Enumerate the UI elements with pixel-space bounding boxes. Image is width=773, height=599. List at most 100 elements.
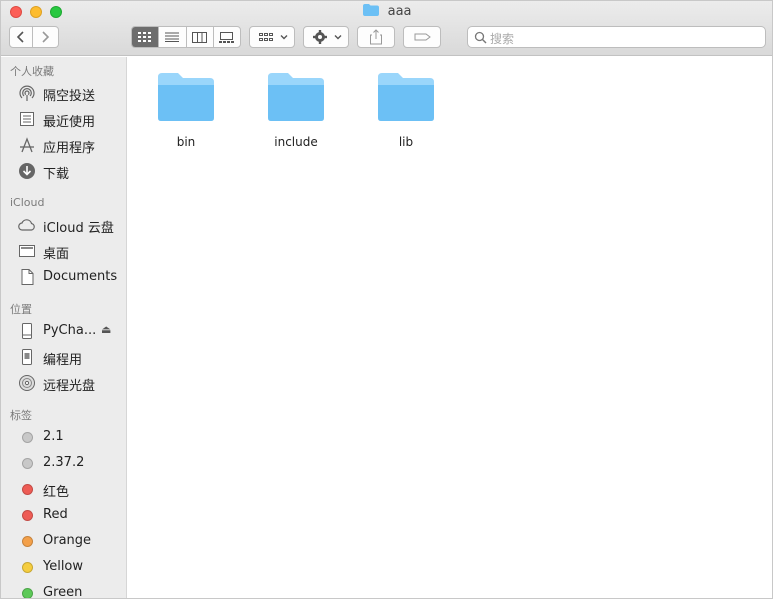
back-button[interactable]: [9, 26, 33, 48]
list-view-button[interactable]: [159, 27, 187, 47]
column-view-button[interactable]: [187, 27, 214, 47]
sidebar-item-documents[interactable]: Documents: [1, 265, 126, 289]
tag-dot: [21, 431, 33, 443]
sidebar-tag[interactable]: 2.37.2: [1, 451, 126, 475]
folder-icon: [378, 73, 434, 121]
view-switcher: [131, 26, 241, 48]
document-icon: [18, 268, 36, 286]
tag-dot: [21, 457, 33, 469]
tag-icon: [414, 33, 431, 41]
sidebar-item-label: 桌面: [43, 247, 70, 262]
sidebar-item-label: 下载: [43, 167, 70, 182]
share-icon: [370, 29, 382, 45]
sidebar-tag[interactable]: 红色: [1, 477, 126, 501]
sidebar-item-remote-disc[interactable]: 远程光盘: [1, 371, 126, 395]
sidebar-item-label: 隔空投送: [43, 89, 96, 104]
window-title: aaa: [1, 4, 772, 19]
sidebar-item-label: 远程光盘: [43, 379, 96, 394]
columns-icon: [192, 31, 208, 43]
cloud-icon: [18, 216, 36, 234]
drive-icon: [18, 322, 36, 340]
group-by-button[interactable]: [249, 26, 295, 48]
folder-item-include[interactable]: include: [251, 71, 341, 161]
list-icon: [165, 32, 180, 42]
search-placeholder: 搜索: [490, 32, 515, 46]
sidebar-item-applications[interactable]: 应用程序: [1, 133, 126, 157]
tag-dot-icon: [18, 506, 36, 524]
downloads-icon: [18, 162, 36, 180]
sidebar-section-favorites: 个人收藏: [10, 65, 54, 78]
folder-item-lib[interactable]: lib: [361, 71, 451, 161]
tag-dot-icon: [18, 558, 36, 576]
tag-dot-icon: [18, 480, 36, 498]
sidebar-section-tags: 标签: [10, 409, 32, 422]
sidebar-item-recents[interactable]: 最近使用: [1, 107, 126, 131]
sidebar-item-label: Documents: [43, 269, 118, 284]
gallery-icon: [219, 31, 235, 43]
tag-dot: [21, 587, 33, 598]
forward-button[interactable]: [33, 26, 59, 48]
sidebar-tag[interactable]: Red: [1, 503, 126, 527]
sidebar-item-label: iCloud 云盘: [43, 221, 114, 236]
sidebar-item-label: 编程用: [43, 353, 83, 368]
sidebar-item-label: 应用程序: [43, 141, 96, 156]
group-icon: [259, 33, 288, 41]
sidebar-item-label: 最近使用: [43, 115, 96, 130]
sidebar-item-icloud-drive[interactable]: iCloud 云盘: [1, 213, 126, 237]
window-title-text: aaa: [387, 4, 412, 19]
sidebar: 个人收藏 隔空投送 最近使用 应用程序 下载 iCloud iCloud 云盘 …: [1, 57, 127, 599]
external-drive-icon: [18, 348, 36, 366]
file-name: bin: [176, 135, 196, 149]
search-icon: [474, 31, 487, 44]
action-menu-button[interactable]: [303, 26, 349, 48]
eject-icon[interactable]: ⏏: [101, 323, 111, 336]
search-field[interactable]: 搜索: [467, 26, 766, 48]
sidebar-item-label: 2.1: [43, 429, 64, 444]
sidebar-tag[interactable]: Green: [1, 581, 126, 599]
sidebar-tag[interactable]: Orange: [1, 529, 126, 553]
gear-icon: [313, 30, 342, 44]
file-name: lib: [398, 135, 414, 149]
disc-icon: [18, 374, 36, 392]
sidebar-tag[interactable]: 2.1: [1, 425, 126, 449]
sidebar-section-locations: 位置: [10, 303, 32, 316]
sidebar-item-label: 红色: [43, 485, 70, 500]
tag-dot: [21, 561, 33, 573]
sidebar-item-label: PyCha...: [43, 323, 97, 338]
sidebar-item-label: Red: [43, 507, 68, 522]
chevron-right-icon: [42, 31, 50, 43]
tag-dot-icon: [18, 454, 36, 472]
sidebar-item-label: Yellow: [43, 559, 84, 574]
tag-dot-icon: [18, 584, 36, 598]
share-button[interactable]: [357, 26, 395, 48]
sidebar-item-desktop[interactable]: 桌面: [1, 239, 126, 263]
folder-icon: [363, 4, 380, 16]
tag-dot: [21, 535, 33, 547]
tag-dot: [21, 483, 33, 495]
sidebar-item-label: Green: [43, 585, 83, 599]
tag-dot: [21, 509, 33, 521]
folder-icon: [268, 73, 324, 121]
icon-view-button[interactable]: [132, 27, 160, 47]
folder-icon: [158, 73, 214, 121]
airdrop-icon: [18, 84, 36, 102]
applications-icon: [18, 136, 36, 154]
file-name: include: [274, 135, 318, 149]
tag-button[interactable]: [403, 26, 441, 48]
toolbar: aaa 搜索: [1, 1, 772, 56]
tag-dot-icon: [18, 428, 36, 446]
recents-icon: [18, 110, 36, 128]
sidebar-section-icloud: iCloud: [10, 196, 45, 209]
gallery-view-button[interactable]: [214, 27, 240, 47]
sidebar-item-airdrop[interactable]: 隔空投送: [1, 81, 126, 105]
sidebar-tag[interactable]: Yellow: [1, 555, 126, 579]
sidebar-item-programming-volume[interactable]: 编程用: [1, 345, 126, 369]
sidebar-item-label: 2.37.2: [43, 455, 85, 470]
sidebar-item-pycharm-volume[interactable]: PyCha... ⏏: [1, 319, 126, 343]
sidebar-item-downloads[interactable]: 下载: [1, 159, 126, 183]
grid-icon: [138, 32, 152, 42]
desktop-icon: [18, 242, 36, 260]
folder-item-bin[interactable]: bin: [141, 71, 231, 161]
file-browser: bin include lib: [128, 57, 772, 598]
sidebar-item-label: Orange: [43, 533, 92, 548]
